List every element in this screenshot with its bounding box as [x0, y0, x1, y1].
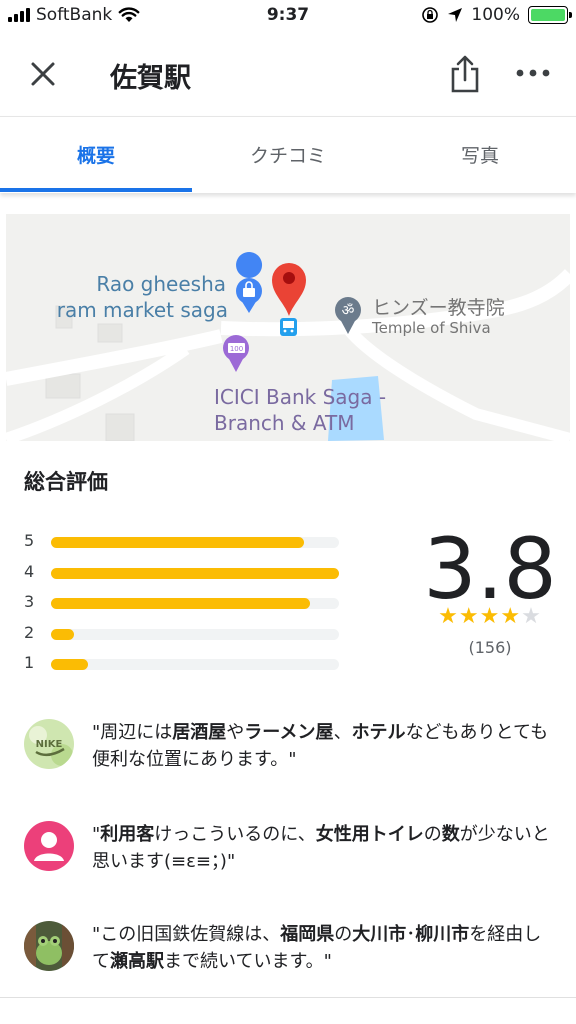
divider [0, 997, 576, 998]
share-icon[interactable] [448, 54, 482, 94]
review-text-segment: けっこういるのに、 [154, 824, 316, 845]
default-user-avatar [24, 821, 74, 871]
map-canvas[interactable]: ॐ 100 Rao gheesha ram market saga ヒンズー教寺… [6, 214, 570, 441]
review-keyword: 数 [441, 824, 460, 845]
review-keyword: 女性用トイレ [315, 824, 424, 845]
review-keyword: ラーメン屋 [244, 722, 334, 743]
tab-photos[interactable]: 写真 [384, 141, 576, 168]
rating-bar-track [51, 568, 339, 579]
rating-bar-label: 5 [24, 531, 35, 550]
rating-bar-label: 4 [24, 562, 35, 581]
map-view[interactable]: ॐ 100 Rao gheesha ram market saga ヒンズー教寺… [6, 214, 570, 441]
status-bar: SoftBank 9:37 100% [0, 0, 576, 34]
review-text: "利用客けっこういるのに、女性用トイレの数が少ないと思います(≡ε≡；)" [92, 821, 554, 875]
location-arrow-icon [448, 8, 463, 22]
rating-bar-fill [51, 568, 339, 579]
review-snippet[interactable]: "この旧国鉄佐賀線は、福岡県の大川市･柳川市を経由して瀬高駅まで続いています。" [24, 921, 554, 991]
rating-section-title: 総合評価 [24, 470, 108, 494]
atm-badge: 100 [230, 345, 243, 353]
battery-icon [528, 6, 572, 24]
rating-bar-track [51, 629, 339, 640]
review-snippet[interactable]: NIKE "周辺には居酒屋やラーメン屋、ホテルなどもありとても便利な位置にありま… [24, 719, 554, 789]
svg-text:NIKE: NIKE [36, 739, 63, 750]
star-filled-icon: ★ [500, 604, 522, 629]
star-filled-icon: ★ [458, 604, 480, 629]
review-keyword: 瀬高駅 [110, 951, 164, 972]
rating-bar-track [51, 537, 339, 548]
map-label-temple-line2[interactable]: Temple of Shiva [371, 319, 491, 337]
map-label-bank-line1[interactable]: ICICI Bank Saga - [214, 385, 386, 409]
rating-bar-fill [51, 537, 305, 548]
map-label-rao-line1[interactable]: Rao gheesha [96, 272, 226, 296]
svg-text:ॐ: ॐ [342, 303, 355, 319]
review-text-segment: 、 [333, 722, 352, 743]
review-keyword: 利用客 [100, 824, 155, 845]
review-snippet[interactable]: "利用客けっこういるのに、女性用トイレの数が少ないと思います(≡ε≡；)" [24, 821, 554, 891]
more-icon[interactable] [515, 68, 551, 78]
rating-bar-fill [51, 598, 311, 609]
status-right: 100% [421, 5, 572, 25]
rating-bar-row: 5 [24, 531, 344, 553]
rating-bar-row: 4 [24, 562, 344, 584]
nike-avatar: NIKE [24, 719, 74, 769]
rating-bar-track [51, 659, 339, 670]
rating-bar-row: 2 [24, 623, 344, 645]
rating-bar-label: 1 [24, 653, 35, 672]
rating-bar-row: 3 [24, 592, 344, 614]
star-filled-icon: ★ [438, 604, 459, 629]
review-count[interactable]: (156) [420, 638, 560, 657]
page-title: 佐賀駅 [110, 63, 191, 94]
map-label-bank-line2[interactable]: Branch & ATM [214, 411, 354, 435]
review-text-segment: や [226, 722, 245, 743]
tab-bar: 概要 クチコミ 写真 [0, 116, 576, 193]
star-filled-icon: ★ [479, 604, 501, 629]
star-rating: ★★★★★ [420, 604, 560, 629]
rating-bar-fill [51, 629, 75, 640]
tab-reviews[interactable]: クチコミ [192, 141, 384, 168]
review-text: "この旧国鉄佐賀線は、福岡県の大川市･柳川市を経由して瀬高駅まで続いています。" [92, 921, 554, 975]
map-label-temple-line1[interactable]: ヒンズー教寺院 [372, 297, 505, 319]
review-text: "周辺には居酒屋やラーメン屋、ホテルなどもありとても便利な位置にあります。" [92, 719, 554, 773]
review-keyword: 柳川市 [415, 924, 470, 945]
rating-bar-fill [51, 659, 89, 670]
rotation-lock-icon [422, 7, 439, 23]
map-label-rao-line2[interactable]: ram market saga [57, 298, 228, 322]
rating-bar-row: 1 [24, 653, 344, 675]
close-icon[interactable] [27, 58, 59, 90]
app-header: 佐賀駅 [0, 34, 576, 116]
review-text-segment: ･ [406, 924, 416, 945]
battery-percent: 100% [471, 5, 520, 25]
review-text-segment: の [334, 924, 353, 945]
review-keyword: 居酒屋 [172, 722, 227, 743]
rating-bar-track [51, 598, 339, 609]
rating-bar-label: 2 [24, 623, 35, 642]
rating-bar-label: 3 [24, 592, 35, 611]
review-text-segment: の [423, 824, 442, 845]
review-text-segment: "周辺には [92, 722, 173, 743]
review-text-segment: "この旧国鉄佐賀線は、 [92, 924, 281, 945]
review-text-segment: まで続いています。" [164, 951, 332, 972]
review-keyword: 大川市 [352, 924, 407, 945]
review-keyword: 福岡県 [280, 924, 335, 945]
tab-overview[interactable]: 概要 [0, 141, 192, 168]
frog-avatar [24, 921, 74, 971]
active-tab-indicator [0, 188, 192, 192]
star-empty-icon: ★ [521, 604, 542, 629]
review-keyword: ホテル [351, 722, 406, 743]
